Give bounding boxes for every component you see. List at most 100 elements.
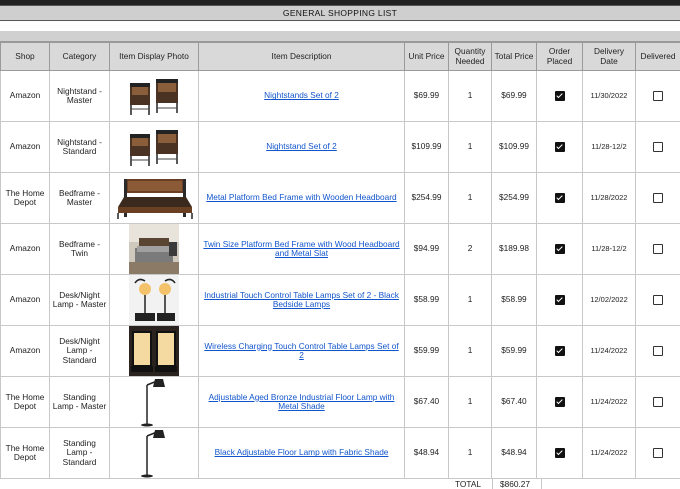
- totals-row: TOTAL $860.27: [0, 478, 680, 489]
- item-photo: [112, 224, 196, 274]
- col-header-description[interactable]: Item Description: [198, 42, 405, 71]
- quantity-cell[interactable]: 1: [448, 376, 492, 428]
- delivery-date-cell[interactable]: 11/24/2022: [582, 325, 636, 377]
- photo-cell[interactable]: [109, 70, 199, 122]
- total-price-cell[interactable]: $59.99: [491, 325, 537, 377]
- unit-price-cell[interactable]: $109.99: [404, 121, 449, 173]
- unit-price-cell[interactable]: $69.99: [404, 70, 449, 122]
- delivery-date-cell[interactable]: 11/28-12/2: [582, 223, 636, 275]
- unit-price-cell[interactable]: $94.99: [404, 223, 449, 275]
- category-cell[interactable]: Desk/Night Lamp - Master: [49, 274, 110, 326]
- item-link[interactable]: Nightstand Set of 2: [266, 141, 337, 152]
- total-price-cell[interactable]: $109.99: [491, 121, 537, 173]
- total-price-cell[interactable]: $67.40: [491, 376, 537, 428]
- quantity-cell[interactable]: 1: [448, 274, 492, 326]
- quantity-cell[interactable]: 1: [448, 325, 492, 377]
- unit-price-cell[interactable]: $59.99: [404, 325, 449, 377]
- col-header-photo[interactable]: Item Display Photo: [109, 42, 199, 71]
- shop-cell[interactable]: The Home Depot: [0, 172, 50, 224]
- unit-price-cell[interactable]: $48.94: [404, 427, 449, 479]
- delivered-cell: [635, 274, 680, 326]
- col-header-shop[interactable]: Shop: [0, 42, 50, 71]
- unit-price-cell[interactable]: $58.99: [404, 274, 449, 326]
- col-header-quantity[interactable]: Quantity Needed: [448, 42, 492, 71]
- order-placed-checkbox[interactable]: [554, 193, 565, 203]
- delivered-checkbox[interactable]: [653, 346, 663, 356]
- shop-cell[interactable]: Amazon: [0, 325, 50, 377]
- delivered-checkbox[interactable]: [653, 295, 663, 305]
- table-row: The Home Depot Standing Lamp - Master Adju…: [0, 376, 680, 428]
- total-label: TOTAL: [455, 479, 481, 489]
- delivered-cell: [635, 70, 680, 122]
- delivery-date-cell[interactable]: 11/30/2022: [582, 70, 636, 122]
- total-price-cell[interactable]: $48.94: [491, 427, 537, 479]
- col-header-total-price[interactable]: Total Price: [491, 42, 537, 71]
- item-link[interactable]: Industrial Touch Control Table Lamps Set…: [204, 290, 399, 310]
- order-placed-checkbox[interactable]: [554, 346, 565, 356]
- table-row: Amazon Desk/Night Lamp - Master Industrial…: [0, 274, 680, 326]
- quantity-cell[interactable]: 1: [448, 121, 492, 173]
- item-link[interactable]: Wireless Charging Touch Control Table La…: [204, 341, 398, 361]
- category-cell[interactable]: Bedframe - Master: [49, 172, 110, 224]
- item-link[interactable]: Adjustable Aged Bronze Industrial Floor …: [209, 392, 395, 412]
- category-cell[interactable]: Bedframe - Twin: [49, 223, 110, 275]
- shop-cell[interactable]: The Home Depot: [0, 427, 50, 479]
- photo-cell[interactable]: [109, 223, 199, 275]
- shop-cell[interactable]: Amazon: [0, 121, 50, 173]
- item-link[interactable]: Twin Size Platform Bed Frame with Wood H…: [203, 239, 399, 259]
- order-placed-checkbox[interactable]: [554, 244, 565, 254]
- order-placed-checkbox[interactable]: [554, 142, 565, 152]
- col-header-delivered[interactable]: Delivered: [635, 42, 680, 71]
- delivered-checkbox[interactable]: [653, 91, 663, 101]
- photo-cell[interactable]: [109, 376, 199, 428]
- unit-price-cell[interactable]: $254.99: [404, 172, 449, 224]
- photo-cell[interactable]: [109, 427, 199, 479]
- photo-cell[interactable]: [109, 121, 199, 173]
- delivery-date-cell[interactable]: 11/24/2022: [582, 427, 636, 479]
- item-link[interactable]: Nightstands Set of 2: [264, 90, 339, 101]
- delivery-date-cell[interactable]: 11/24/2022: [582, 376, 636, 428]
- delivered-checkbox[interactable]: [653, 244, 663, 254]
- total-price-cell[interactable]: $254.99: [491, 172, 537, 224]
- col-header-category[interactable]: Category: [49, 42, 110, 71]
- total-price-cell[interactable]: $58.99: [491, 274, 537, 326]
- delivered-checkbox[interactable]: [653, 193, 663, 203]
- col-header-delivery-date[interactable]: Delivery Date: [582, 42, 636, 71]
- quantity-cell[interactable]: 1: [448, 172, 492, 224]
- category-cell[interactable]: Desk/Night Lamp - Standard: [49, 325, 110, 377]
- category-cell[interactable]: Nightstand - Standard: [49, 121, 110, 173]
- unit-price-cell[interactable]: $67.40: [404, 376, 449, 428]
- shop-cell[interactable]: The Home Depot: [0, 376, 50, 428]
- total-price-cell[interactable]: $69.99: [491, 70, 537, 122]
- total-price-cell[interactable]: $189.98: [491, 223, 537, 275]
- category-cell[interactable]: Nightstand - Master: [49, 70, 110, 122]
- photo-cell[interactable]: [109, 172, 199, 224]
- shop-cell[interactable]: Amazon: [0, 274, 50, 326]
- delivered-checkbox[interactable]: [653, 448, 663, 458]
- col-header-unit-price[interactable]: Unit Price: [404, 42, 449, 71]
- item-link[interactable]: Black Adjustable Floor Lamp with Fabric …: [215, 447, 389, 458]
- shop-cell[interactable]: Amazon: [0, 223, 50, 275]
- category-cell[interactable]: Standing Lamp - Standard: [49, 427, 110, 479]
- delivery-date-cell[interactable]: 12/02/2022: [582, 274, 636, 326]
- col-header-order-placed[interactable]: Order Placed: [536, 42, 583, 71]
- shopping-list-table: Shop Category Item Display Photo Item De…: [0, 42, 680, 479]
- quantity-cell[interactable]: 1: [448, 427, 492, 479]
- quantity-cell[interactable]: 2: [448, 223, 492, 275]
- photo-cell[interactable]: [109, 325, 199, 377]
- order-placed-checkbox[interactable]: [554, 448, 565, 458]
- quantity-cell[interactable]: 1: [448, 70, 492, 122]
- order-placed-checkbox[interactable]: [554, 91, 565, 101]
- shop-cell[interactable]: Amazon: [0, 70, 50, 122]
- total-value: $860.27: [500, 479, 530, 489]
- delivery-date-cell[interactable]: 11/28-12/2: [582, 121, 636, 173]
- delivered-checkbox[interactable]: [653, 142, 663, 152]
- photo-cell[interactable]: [109, 274, 199, 326]
- item-link[interactable]: Metal Platform Bed Frame with Wooden Hea…: [206, 192, 396, 203]
- order-placed-checkbox[interactable]: [554, 397, 565, 407]
- category-cell[interactable]: Standing Lamp - Master: [49, 376, 110, 428]
- spacer-row: [0, 21, 680, 31]
- delivered-checkbox[interactable]: [653, 397, 663, 407]
- delivery-date-cell[interactable]: 11/28/2022: [582, 172, 636, 224]
- order-placed-checkbox[interactable]: [554, 295, 565, 305]
